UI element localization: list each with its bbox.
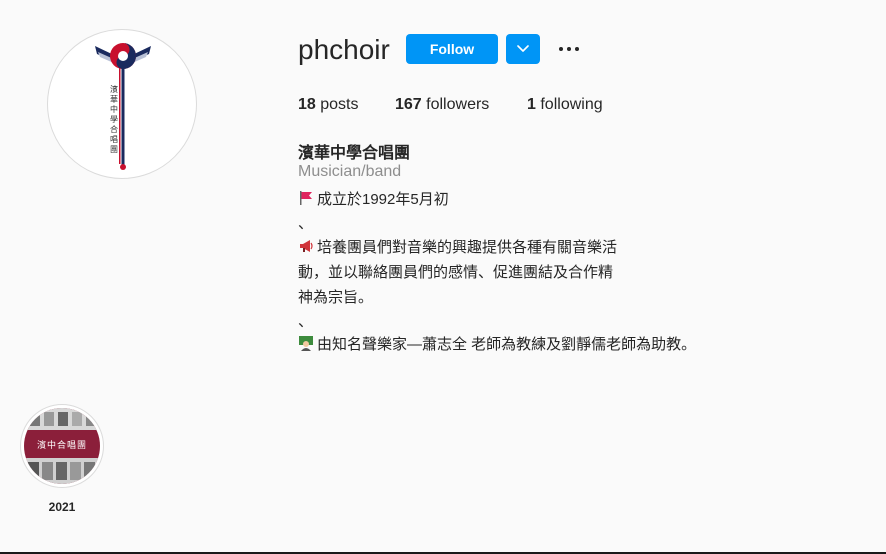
posts-stat: 18 posts: [298, 96, 359, 114]
bio-display-name: 濱華中學合唱團: [298, 145, 411, 162]
highlight-label[interactable]: 2021: [20, 500, 104, 514]
profile-username: phchoir: [298, 34, 390, 65]
more-icon: [559, 47, 563, 51]
following-count: 1: [527, 96, 536, 113]
highlight-cover-text: 濱中合唱團: [36, 441, 87, 451]
choir-logo-icon: 濱 華 中 學 合 唱 團: [95, 43, 151, 170]
bio-line: 、: [298, 313, 314, 330]
followers-label: followers: [426, 96, 490, 113]
svg-text:團: 團: [110, 145, 118, 154]
svg-text:合: 合: [110, 124, 118, 134]
bio-line: 、: [298, 215, 314, 232]
bio-line: 動，並以聯絡團員們的感情、促進團結及合作精: [298, 264, 614, 281]
profile-avatar[interactable]: 濱 華 中 學 合 唱 團: [47, 29, 197, 179]
bio-category: Musician/band: [298, 163, 402, 180]
red-flag-icon: [300, 191, 312, 205]
profile-page: 濱 華 中 學 合 唱 團 phchoir Follow 18 posts 16…: [0, 0, 886, 554]
chevron-down-icon: [517, 45, 529, 52]
bio-line: 神為宗旨。: [298, 289, 374, 306]
highlight-cover: 濱中合唱團: [24, 408, 100, 484]
megaphone-icon: [300, 240, 313, 252]
svg-text:中: 中: [110, 104, 118, 114]
bio-line: 培養團員們對音樂的興趣提供各種有關音樂活: [298, 236, 617, 257]
svg-text:濱: 濱: [110, 84, 118, 94]
followers-count: 167: [395, 96, 422, 113]
follow-button[interactable]: Follow: [406, 34, 498, 64]
bio-line: 成立於1992年5月初: [298, 188, 449, 209]
following-stat[interactable]: 1 following: [527, 96, 603, 114]
svg-text:唱: 唱: [110, 135, 118, 144]
followers-stat[interactable]: 167 followers: [395, 96, 489, 114]
bio-line: 由知名聲樂家—蕭志全 老師為教練及劉靜儒老師為助教。: [298, 333, 696, 354]
options-button[interactable]: [556, 38, 582, 60]
svg-text:華: 華: [110, 94, 118, 104]
posts-label: posts: [320, 96, 359, 113]
suggested-accounts-button[interactable]: [506, 34, 540, 64]
following-label: following: [540, 96, 603, 113]
story-highlight[interactable]: 濱中合唱團: [20, 404, 104, 488]
svg-text:學: 學: [110, 114, 118, 124]
posts-count: 18: [298, 96, 316, 113]
teacher-icon: [299, 336, 313, 351]
